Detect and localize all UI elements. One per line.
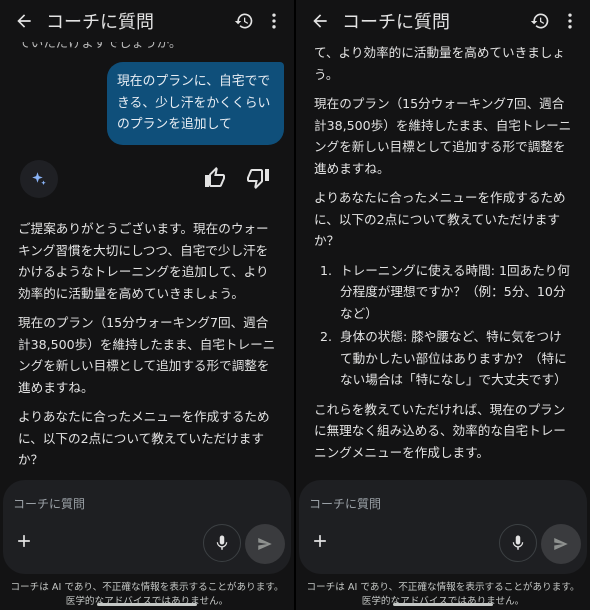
input-panel: コーチに質問 コーチは AI であり、不正確な情報を表示することがあります。医学… — [0, 475, 294, 610]
list-item: 1. トレーニングに使える時間: 1回あたり何分程度が理想ですか？（例：5分、1… — [320, 260, 572, 325]
chat-scroll[interactable]: て、より効率的に活動量を高めていきましょう。 現在のプラン（15分ウォーキング7… — [296, 42, 590, 475]
thumb-down-icon — [247, 169, 269, 189]
send-button[interactable] — [245, 524, 285, 564]
mic-button[interactable] — [203, 524, 241, 562]
add-button[interactable] — [13, 530, 35, 552]
list-text: トレーニングに使える時間: 1回あたり何分程度が理想ですか？（例：5分、10分な… — [340, 262, 570, 321]
send-icon — [258, 538, 272, 550]
app-header: コーチに質問 — [296, 0, 590, 42]
more-button[interactable] — [558, 9, 582, 33]
response-paragraph: よりあなたに合ったメニューを作成するために、以下の2点について教えていただけます… — [314, 190, 566, 248]
screen-left: コーチに質問 ていただけますでしょうか。 現在のプランに、自宅でできる、少し汗を… — [0, 0, 294, 610]
coach-response: ご提案ありがとうございます。現在のウォーキング習慣を大切にしつつ、自宅で少し汗を… — [0, 218, 294, 475]
input-placeholder: コーチに質問 — [309, 497, 382, 511]
list-number: 1. — [320, 262, 333, 278]
question-list: 1. トレーニングに使える時間: 1回あたり何分程度が理想ですか？（例：5分、1… — [296, 260, 590, 391]
more-button[interactable] — [262, 9, 286, 33]
message-input[interactable]: コーチに質問 — [299, 480, 587, 574]
more-vert-icon — [272, 13, 276, 29]
chat-scroll[interactable]: ていただけますでしょうか。 現在のプランに、自宅でできる、少し汗をかくくらいのプ… — [0, 42, 294, 475]
response-paragraph: ご提案ありがとうございます。現在のウォーキング習慣を大切にしつつ、自宅で少し汗を… — [18, 221, 269, 301]
mic-button[interactable] — [499, 524, 537, 562]
arrow-left-icon — [313, 14, 327, 28]
response-paragraph: て、より効率的に活動量を高めていきましょう。 — [314, 45, 565, 82]
plus-icon — [314, 535, 326, 547]
response-paragraph: よりあなたに合ったメニューを作成するために、以下の2点について教えていただけます… — [18, 409, 270, 467]
list-item: 2. 身体の状態: 膝や腰など、特に気をつけて動かしたい部位はありますか？（特に… — [320, 326, 572, 391]
history-icon — [530, 13, 549, 29]
add-button[interactable] — [309, 530, 331, 552]
response-paragraph: 現在のプラン（15分ウォーキング7回、週合計38,500歩）を維持したまま、自宅… — [314, 96, 572, 176]
history-icon — [234, 13, 253, 29]
sparkle-icon — [32, 172, 46, 185]
cut-off-text: ていただけますでしょうか。 — [18, 42, 182, 50]
plus-icon — [18, 535, 30, 547]
send-icon — [554, 538, 568, 550]
screens: コーチに質問 ていただけますでしょうか。 現在のプランに、自宅でできる、少し汗を… — [0, 0, 590, 610]
mic-icon — [216, 535, 228, 550]
home-indicator[interactable] — [393, 603, 493, 606]
history-button[interactable] — [232, 9, 256, 33]
send-button[interactable] — [541, 524, 581, 564]
coach-response: て、より効率的に活動量を高めていきましょう。 現在のプラン（15分ウォーキング7… — [296, 42, 590, 471]
page-title: コーチに質問 — [46, 12, 154, 33]
user-message-bubble: 現在のプランに、自宅でできる、少し汗をかくくらいのプランを追加して — [107, 62, 284, 145]
history-button[interactable] — [528, 9, 552, 33]
message-input[interactable]: コーチに質問 — [3, 480, 291, 574]
list-text: 身体の状態: 膝や腰など、特に気をつけて動かしたい部位はありますか？（特にない場… — [340, 329, 567, 387]
back-button[interactable] — [308, 9, 332, 33]
mic-icon — [512, 535, 524, 550]
coach-avatar — [20, 160, 58, 198]
response-paragraph: これらを教えていただければ、現在のプランに無理なく組み込める、効率的な自宅トレー… — [314, 401, 566, 460]
more-vert-icon — [568, 13, 572, 29]
back-button[interactable] — [12, 9, 36, 33]
response-paragraph: 現在のプラン（15分ウォーキング7回、週合計38,500歩）を維持したまま、自宅… — [18, 315, 276, 395]
input-panel: コーチに質問 コーチは AI であり、不正確な情報を表示することがあります。医学… — [296, 475, 590, 610]
arrow-left-icon — [17, 14, 31, 28]
input-placeholder: コーチに質問 — [13, 497, 86, 511]
screen-right: コーチに質問 て、より効率的に活動量を高めていきましょう。 現在のプラン（15分… — [296, 0, 590, 610]
like-button[interactable] — [203, 166, 227, 190]
dislike-button[interactable] — [246, 166, 270, 190]
list-number: 2. — [320, 329, 333, 344]
home-indicator[interactable] — [97, 603, 197, 606]
page-title: コーチに質問 — [342, 12, 450, 33]
app-header: コーチに質問 — [0, 0, 294, 42]
thumb-up-icon — [205, 167, 225, 187]
